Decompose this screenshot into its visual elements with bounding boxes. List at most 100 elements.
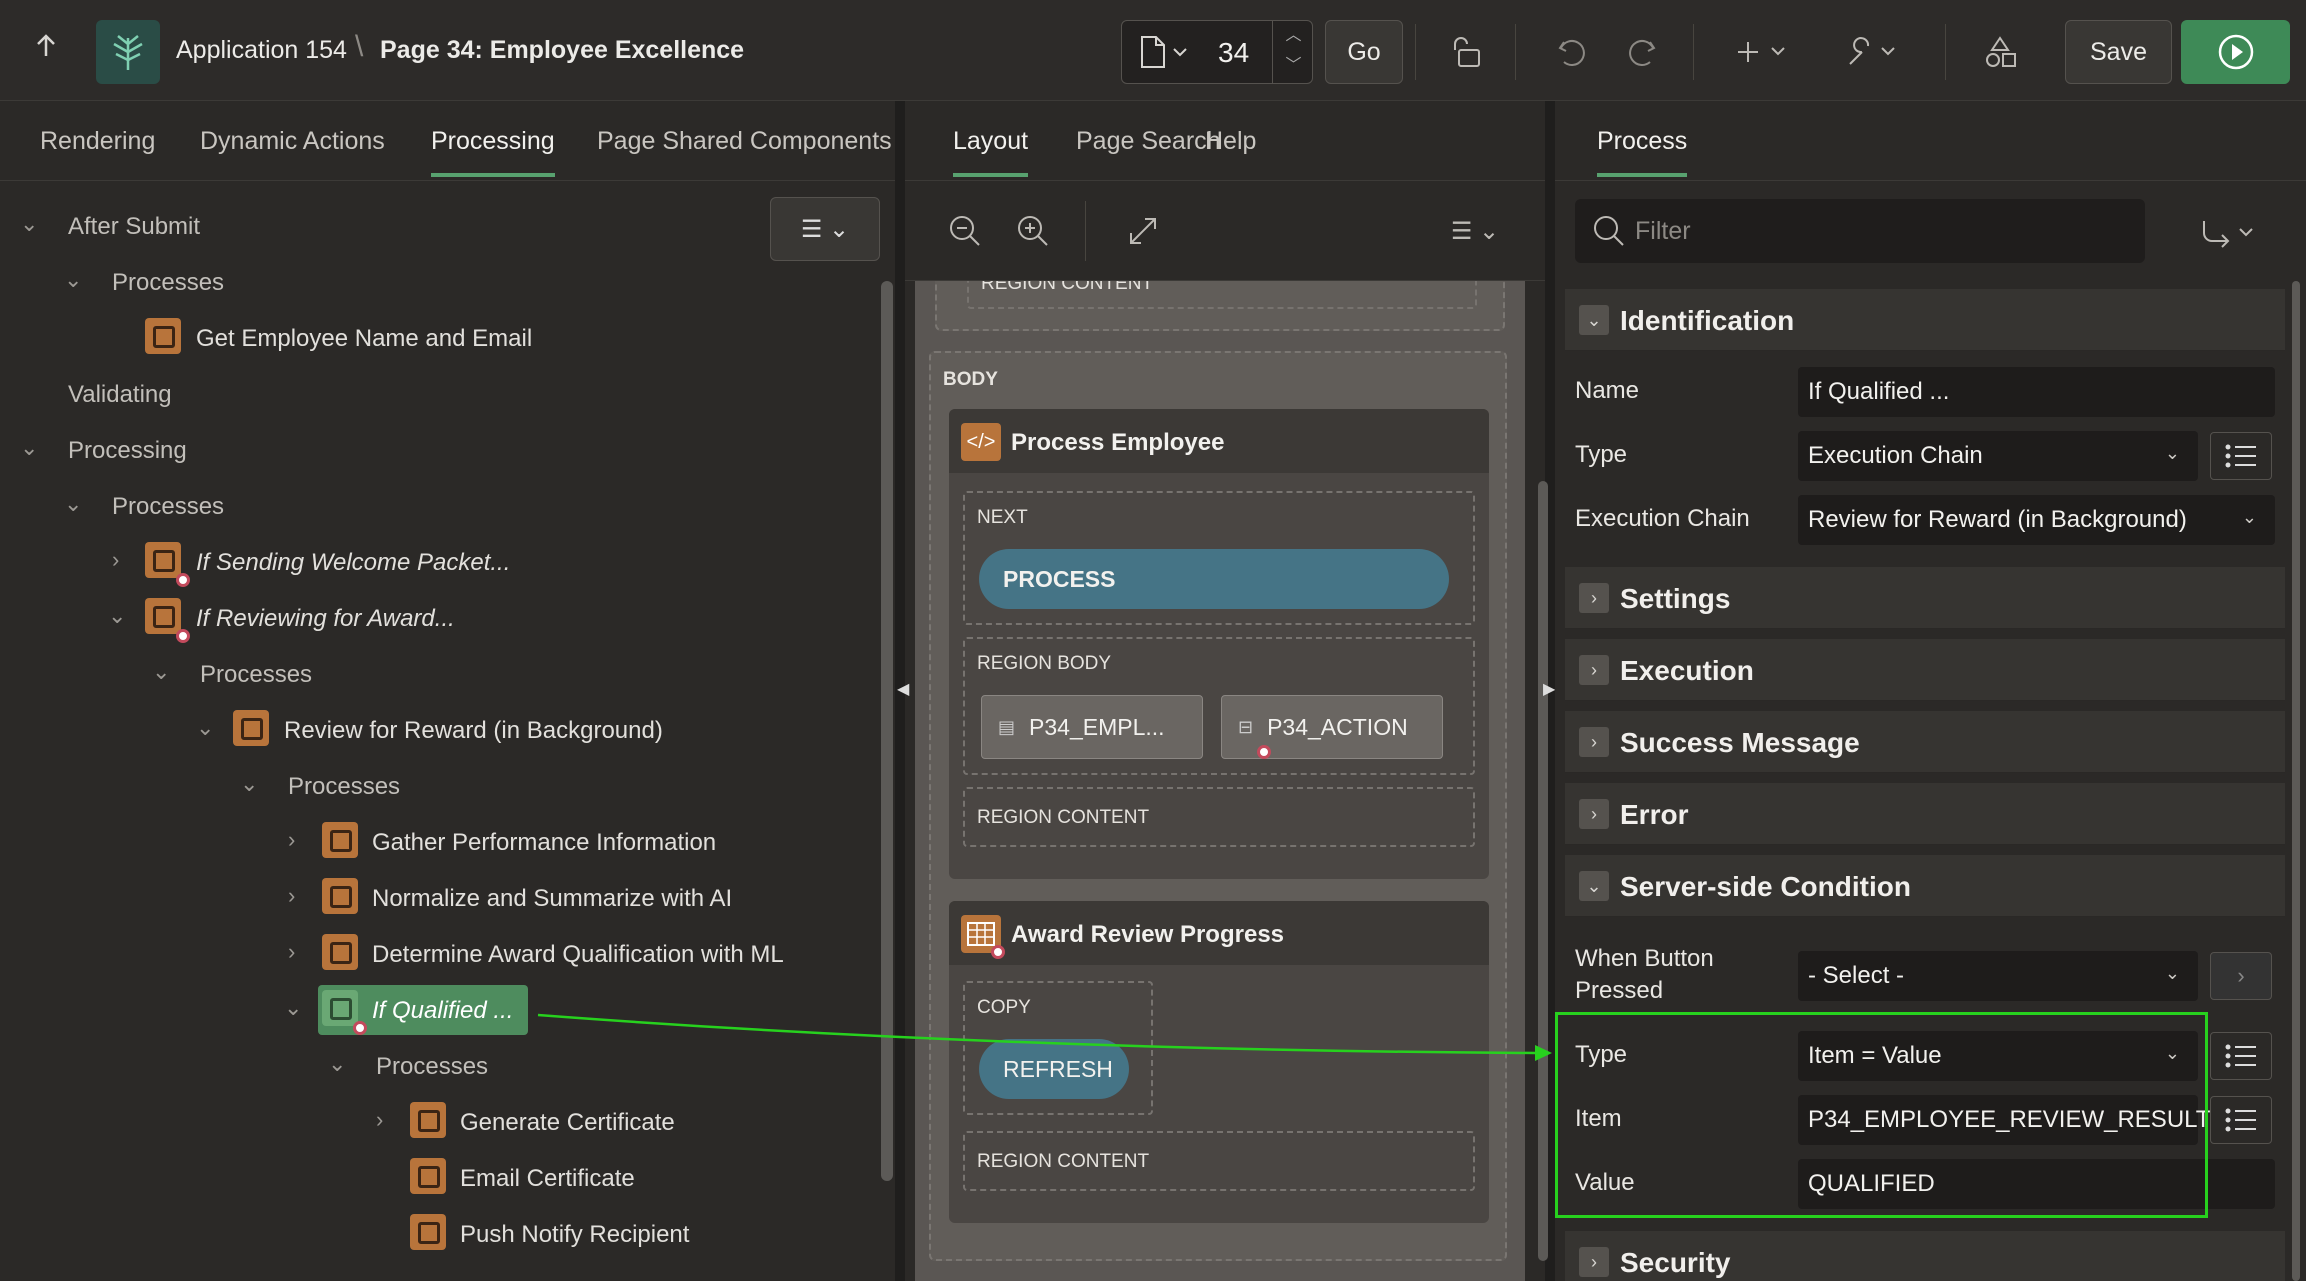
region-award-review[interactable]: Award Review Progress COPY REFRESH REGIO… — [949, 901, 1489, 1223]
save-button[interactable]: Save — [2065, 20, 2172, 84]
tab-dynamic-actions[interactable]: Dynamic Actions — [200, 127, 385, 156]
chevron-right-icon[interactable]: › — [288, 883, 295, 909]
tree-node-push[interactable]: Push Notify Recipient — [460, 1221, 689, 1249]
layout-menu-icon[interactable]: ☰ ⌄ — [1445, 211, 1505, 251]
tab-help[interactable]: Help — [1205, 127, 1256, 156]
chevron-down-icon[interactable]: ⌄ — [64, 267, 82, 293]
page-number-stepper[interactable]: ︿ ﹀ — [1272, 21, 1314, 83]
tree-node-if-sending[interactable]: If Sending Welcome Packet... — [196, 549, 510, 577]
tree-node-processes[interactable]: Processes — [200, 661, 312, 689]
tab-page-shared-components[interactable]: Page Shared Components — [597, 127, 892, 156]
chevron-down-icon[interactable]: ⌄ — [240, 771, 258, 797]
item-label: P34_EMPL... — [1029, 713, 1165, 740]
center-scrollbar[interactable] — [1538, 481, 1548, 1261]
tab-process[interactable]: Process — [1597, 127, 1688, 177]
name-field[interactable]: If Qualified ... — [1798, 367, 2275, 417]
filter-input[interactable] — [1635, 213, 2115, 249]
tab-processing[interactable]: Processing — [431, 127, 555, 177]
property-filter[interactable] — [1575, 199, 2145, 263]
left-panel: Rendering Dynamic Actions Processing Pag… — [0, 101, 895, 1281]
chevron-down-icon[interactable]: ⌄ — [64, 491, 82, 517]
collapse-left-icon[interactable]: ◀ — [897, 679, 909, 699]
section-settings[interactable]: › Settings — [1565, 567, 2285, 629]
chevron-right-icon[interactable]: › — [112, 547, 119, 573]
chevron-down-icon[interactable]: ⌄ — [328, 1051, 346, 1077]
tree-node-email[interactable]: Email Certificate — [460, 1165, 635, 1193]
wrench-menu-icon[interactable] — [1842, 30, 1906, 74]
condition-type-list-button[interactable] — [2210, 1032, 2272, 1080]
section-error[interactable]: › Error — [1565, 783, 2285, 845]
left-scrollbar[interactable] — [881, 281, 893, 1181]
tree-node-processes[interactable]: Processes — [112, 269, 224, 297]
page-item-action[interactable]: ⊟ P34_ACTION — [1221, 695, 1443, 759]
go-to-group-icon[interactable] — [2195, 213, 2265, 253]
body-label: BODY — [943, 369, 998, 390]
chevron-up-icon[interactable]: ︿ — [1273, 21, 1314, 51]
tree-node-normalize[interactable]: Normalize and Summarize with AI — [372, 885, 732, 913]
tree-node-determine[interactable]: Determine Award Qualification with ML — [372, 941, 784, 969]
expand-icon[interactable] — [1123, 211, 1163, 251]
type-select[interactable]: Execution Chain ⌄ — [1798, 431, 2198, 481]
up-arrow-icon[interactable] — [32, 32, 72, 72]
page-item-employee[interactable]: ▤ P34_EMPL... — [981, 695, 1203, 759]
page-number-selector[interactable]: 34 ︿ ﹀ — [1121, 20, 1313, 84]
run-page-button[interactable] — [2181, 20, 2290, 84]
region-content-label: REGION CONTENT — [977, 1151, 1150, 1172]
when-button-go-button[interactable]: › — [2210, 952, 2272, 1000]
section-server-side-condition[interactable]: ⌄ Server-side Condition — [1565, 855, 2285, 917]
tree-node-processing[interactable]: Processing — [68, 437, 187, 465]
section-identification[interactable]: ⌄ Identification — [1565, 289, 2285, 351]
zoom-out-icon[interactable] — [945, 211, 985, 251]
when-button-select[interactable]: - Select - ⌄ — [1798, 951, 2198, 1001]
chevron-down-icon[interactable]: ⌄ — [20, 211, 38, 237]
redo-icon[interactable] — [1620, 30, 1664, 74]
execution-chain-select[interactable]: Review for Reward (in Background) ⌄ — [1798, 495, 2275, 545]
zoom-in-icon[interactable] — [1013, 211, 1053, 251]
tab-page-search[interactable]: Page Search — [1076, 127, 1221, 156]
section-execution[interactable]: › Execution — [1565, 639, 2285, 701]
tree-node-if-qualified[interactable]: If Qualified ... — [372, 997, 513, 1025]
chevron-right-icon[interactable]: › — [288, 939, 295, 965]
tree-node-gather[interactable]: Gather Performance Information — [372, 829, 716, 857]
collapse-right-icon[interactable]: ▶ — [1543, 679, 1555, 699]
item-list-button[interactable] — [2210, 1096, 2272, 1144]
tree-node-if-reviewing[interactable]: If Reviewing for Award... — [196, 605, 455, 633]
type-list-button[interactable] — [2210, 432, 2272, 480]
chevron-down-icon[interactable]: ⌄ — [196, 715, 214, 741]
tree-node-processes[interactable]: Processes — [288, 773, 400, 801]
chevron-down-icon[interactable]: ⌄ — [20, 435, 38, 461]
right-scrollbar[interactable] — [2292, 281, 2300, 1281]
chevron-down-icon[interactable]: ﹀ — [1273, 51, 1314, 81]
add-menu-icon[interactable] — [1732, 30, 1796, 74]
tab-layout[interactable]: Layout — [953, 127, 1029, 177]
item-label: P34_ACTION — [1267, 713, 1408, 740]
refresh-button[interactable]: REFRESH — [979, 1039, 1129, 1099]
tree-menu-button[interactable]: ☰ ⌄ — [770, 197, 880, 261]
chevron-right-icon[interactable]: › — [288, 827, 295, 853]
page-number-input[interactable]: 34 — [1218, 37, 1249, 69]
app-logo-icon[interactable] — [96, 20, 160, 84]
chevron-right-icon[interactable]: › — [376, 1107, 383, 1133]
tree-node-processes[interactable]: Processes — [112, 493, 224, 521]
tree-node-after-submit[interactable]: After Submit — [68, 213, 200, 241]
region-content-top[interactable]: REGION CONTENT — [967, 281, 1477, 309]
tab-rendering[interactable]: Rendering — [40, 127, 155, 156]
tree-node-validating[interactable]: Validating — [68, 381, 172, 409]
lock-icon[interactable] — [1445, 30, 1489, 74]
chevron-down-icon[interactable]: ⌄ — [284, 995, 302, 1021]
application-name[interactable]: Application 154 — [176, 36, 347, 65]
tree-node-review-for-reward[interactable]: Review for Reward (in Background) — [284, 717, 663, 745]
region-process-employee[interactable]: </> Process Employee NEXT PROCESS REGION… — [949, 409, 1489, 879]
process-button[interactable]: PROCESS — [979, 549, 1449, 609]
section-success-message[interactable]: › Success Message — [1565, 711, 2285, 773]
tree-node-generate[interactable]: Generate Certificate — [460, 1109, 675, 1137]
section-security[interactable]: › Security — [1565, 1231, 2285, 1281]
chevron-right-icon: › — [1579, 727, 1609, 757]
tree-node-processes[interactable]: Processes — [376, 1053, 488, 1081]
chevron-down-icon[interactable]: ⌄ — [108, 603, 126, 629]
go-button[interactable]: Go — [1325, 20, 1403, 84]
tree-node-get-employee[interactable]: Get Employee Name and Email — [196, 325, 532, 353]
undo-icon[interactable] — [1550, 30, 1594, 74]
shared-components-icon[interactable] — [1978, 30, 2022, 74]
chevron-down-icon[interactable]: ⌄ — [152, 659, 170, 685]
